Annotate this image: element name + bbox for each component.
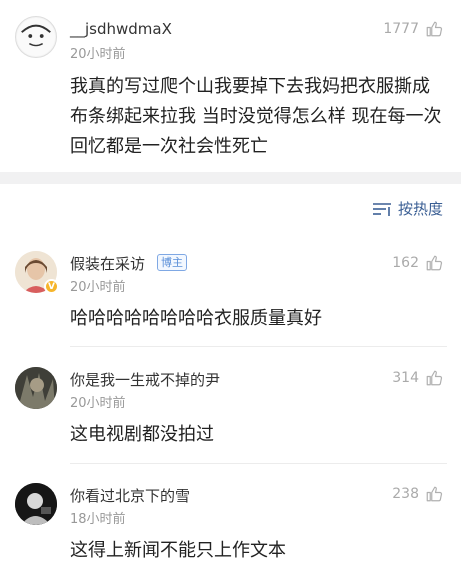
comment-text: 哈哈哈哈哈哈哈哈衣服质量真好 [70, 308, 322, 329]
username[interactable]: __jsdhwdmaX [70, 20, 172, 38]
username[interactable]: 你是我一生戒不掉的尹 [70, 369, 220, 390]
like-count: 162 [392, 255, 419, 271]
timestamp: 20小时前 [70, 280, 126, 295]
avatar[interactable] [15, 367, 57, 409]
sort-toggle[interactable]: 按热度 [372, 198, 443, 219]
comment-text: 这得上新闻不能只上作文本 [70, 540, 286, 561]
like-button[interactable]: 1777 [383, 20, 443, 38]
divider [70, 346, 447, 347]
like-button[interactable]: 162 [392, 254, 443, 272]
avatar[interactable] [15, 483, 57, 525]
like-count: 238 [392, 486, 419, 502]
divider [70, 463, 447, 464]
like-count: 1777 [383, 21, 419, 37]
author-badge: 博主 [157, 254, 187, 271]
cartoon-face-icon [16, 17, 56, 57]
comment-text: 我真的写过爬个山我要掉下去我妈把衣服撕成布条绑起来拉我 当时没觉得怎么样 现在每… [70, 76, 442, 157]
person-portrait-icon [15, 483, 57, 525]
timestamp: 20小时前 [70, 47, 126, 62]
verified-badge-icon: V [44, 279, 59, 294]
like-count: 314 [392, 370, 419, 386]
sort-icon [372, 202, 391, 216]
comment-text: 这电视剧都没拍过 [70, 424, 214, 445]
sort-label: 按热度 [397, 200, 443, 218]
like-button[interactable]: 238 [392, 485, 443, 503]
avatar[interactable] [15, 16, 57, 58]
like-button[interactable]: 314 [392, 369, 443, 387]
thumbs-up-icon [426, 486, 443, 502]
thumbs-up-icon [426, 370, 443, 386]
username[interactable]: 假装在采访 [70, 253, 145, 274]
username[interactable]: 你看过北京下的雪 [70, 485, 190, 506]
person-portrait-icon [15, 367, 57, 409]
thumbs-up-icon [426, 21, 443, 37]
section-divider [0, 172, 461, 184]
thumbs-up-icon [426, 255, 443, 271]
timestamp: 20小时前 [70, 396, 126, 411]
timestamp: 18小时前 [70, 512, 126, 527]
